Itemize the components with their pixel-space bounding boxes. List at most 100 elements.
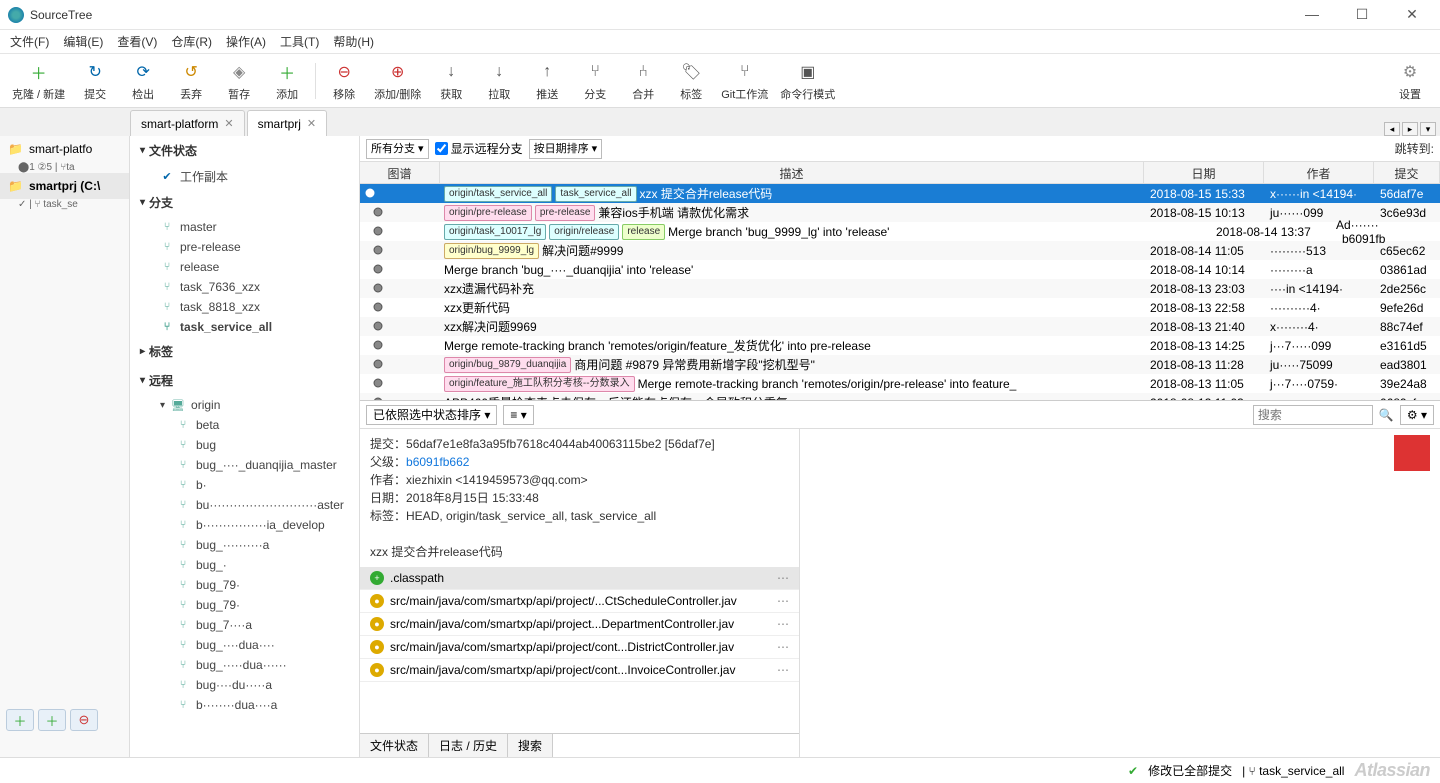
sidebar-item[interactable]: ⑂release <box>130 257 359 277</box>
sidebar-section[interactable]: ▾远程 <box>130 366 359 395</box>
menu-item[interactable]: 查看(V) <box>117 33 157 50</box>
file-item[interactable]: ●src/main/java/com/smartxp/api/project/c… <box>360 636 799 659</box>
tab-prev-button[interactable]: ◂ <box>1384 122 1400 136</box>
sidebar-item[interactable]: ⑂beta <box>130 415 359 435</box>
show-remote-checkbox[interactable]: 显示远程分支 <box>435 140 523 157</box>
sidebar-item[interactable]: ⑂pre-release <box>130 237 359 257</box>
commit-row[interactable]: xzx更新代码2018-08-13 22:58··········4·9efe2… <box>360 298 1440 317</box>
menu-item[interactable]: 编辑(E) <box>63 33 103 50</box>
toolbar-button[interactable]: ▣命令行模式 <box>774 58 841 104</box>
toolbar-button[interactable]: ⑂分支 <box>571 58 619 104</box>
sidebar-item[interactable]: ⑂bug_79· <box>130 595 359 615</box>
sidebar-section[interactable]: ▾文件状态 <box>130 136 359 165</box>
detail-tab[interactable]: 日志 / 历史 <box>429 734 508 757</box>
toolbar-button[interactable]: ↓获取 <box>427 58 475 104</box>
commit-row[interactable]: xzx遗漏代码补充2018-08-13 23:03····in <14194·2… <box>360 279 1440 298</box>
commit-row[interactable]: origin/bug_9879_duanqijia 商用问题 #9879 异常费… <box>360 355 1440 374</box>
sidebar-item[interactable]: ⑂bug_7····a <box>130 615 359 635</box>
commit-row[interactable]: xzx解决问题99692018-08-13 21:40x········4·88… <box>360 317 1440 336</box>
commit-row[interactable]: origin/task_service_all task_service_all… <box>360 184 1440 203</box>
detail-tab[interactable]: 文件状态 <box>360 734 429 757</box>
col-graph[interactable]: 图谱 <box>360 162 440 183</box>
maximize-button[interactable]: ☐ <box>1342 6 1382 23</box>
sidebar-item[interactable]: ⑂bug_····dua···· <box>130 635 359 655</box>
sidebar-section[interactable]: ▸标签 <box>130 337 359 366</box>
sidebar-item[interactable]: ⑂bug····du·····a <box>130 675 359 695</box>
sidebar-item[interactable]: ⑂task_service_all <box>130 317 359 337</box>
sidebar-item-working-copy[interactable]: ✔工作副本 <box>130 165 359 188</box>
commit-row[interactable]: origin/bug_9999_lg 解决问题#99992018-08-14 1… <box>360 241 1440 260</box>
sidebar-item[interactable]: ⑂b················ia_develop <box>130 515 359 535</box>
file-item[interactable]: +.classpath⋯ <box>360 567 799 590</box>
toolbar-button[interactable]: ↑推送 <box>523 58 571 104</box>
toolbar-button[interactable]: 🏷标签 <box>667 58 715 104</box>
file-sort-combo[interactable]: 已依照选中状态排序 ▾ <box>366 405 497 425</box>
repo-tab[interactable]: smartprj✕ <box>247 110 328 136</box>
sidebar-item[interactable]: ⑂b········dua····a <box>130 695 359 715</box>
file-menu-button[interactable]: ⋯ <box>777 617 789 631</box>
menu-item[interactable]: 仓库(R) <box>171 33 212 50</box>
close-tab-icon[interactable]: ✕ <box>307 117 316 130</box>
commit-row[interactable]: APP460质量检查表点击保存，后还能在点保存，会导致积分重复。2018-08-… <box>360 393 1440 400</box>
col-desc[interactable]: 描述 <box>440 162 1144 183</box>
commit-row[interactable]: Merge branch 'bug_····_duanqijia' into '… <box>360 260 1440 279</box>
commit-row[interactable]: origin/task_10017_lg origin/release rele… <box>360 222 1440 241</box>
commit-list[interactable]: origin/task_service_all task_service_all… <box>360 184 1440 400</box>
parent-link[interactable]: b6091fb662 <box>406 455 469 469</box>
menu-item[interactable]: 工具(T) <box>280 33 319 50</box>
commit-row[interactable]: Merge remote-tracking branch 'remotes/or… <box>360 336 1440 355</box>
repo-item[interactable]: 📁smartprj (C:\ <box>0 173 129 199</box>
sidebar-item[interactable]: ⑂bu···························aster <box>130 495 359 515</box>
gear-button[interactable]: ⚙ ▾ <box>1400 405 1434 425</box>
minimize-button[interactable]: — <box>1292 6 1332 23</box>
sidebar-item[interactable]: ⑂bug_····_duanqijia_master <box>130 455 359 475</box>
toolbar-button[interactable]: ↓拉取 <box>475 58 523 104</box>
file-menu-button[interactable]: ⋯ <box>777 663 789 677</box>
toolbar-button[interactable]: ＋添加 <box>263 58 311 104</box>
sidebar-item[interactable]: ⑂bug_··········a <box>130 535 359 555</box>
repo-tab[interactable]: smart-platform✕ <box>130 110 245 136</box>
sidebar-item[interactable]: ⑂bug <box>130 435 359 455</box>
sidebar-item[interactable]: ⑂task_7636_xzx <box>130 277 359 297</box>
toolbar-button[interactable]: ↻提交 <box>71 58 119 104</box>
file-item[interactable]: ●src/main/java/com/smartxp/api/project..… <box>360 613 799 636</box>
col-commit[interactable]: 提交 <box>1374 162 1440 183</box>
file-menu-button[interactable]: ⋯ <box>777 640 789 654</box>
tab-next-button[interactable]: ▸ <box>1402 122 1418 136</box>
toolbar-button[interactable]: ⟳检出 <box>119 58 167 104</box>
toolbar-button[interactable]: ⑂Git工作流 <box>715 58 774 104</box>
col-date[interactable]: 日期 <box>1144 162 1264 183</box>
sidebar-item[interactable]: ⑂task_8818_xzx <box>130 297 359 317</box>
settings-button[interactable]: ⚙设置 <box>1386 58 1434 104</box>
view-mode-button[interactable]: ≡ ▾ <box>503 405 533 425</box>
toolbar-button[interactable]: ⊖移除 <box>320 58 368 104</box>
sidebar-item[interactable]: ⑂bug_· <box>130 555 359 575</box>
detail-search-input[interactable] <box>1253 405 1373 425</box>
file-item[interactable]: ●src/main/java/com/smartxp/api/project/.… <box>360 590 799 613</box>
col-author[interactable]: 作者 <box>1264 162 1374 183</box>
branch-filter-combo[interactable]: 所有分支 ▾ <box>366 139 429 159</box>
sort-combo[interactable]: 按日期排序 ▾ <box>529 139 603 159</box>
remove-repo-button[interactable]: ⊖ <box>70 709 98 731</box>
commit-row[interactable]: origin/pre-release pre-release 兼容ios手机端 … <box>360 203 1440 222</box>
add-repo-button[interactable]: ＋ <box>6 709 34 731</box>
tab-list-button[interactable]: ▾ <box>1420 122 1436 136</box>
detail-tab[interactable]: 搜索 <box>508 734 553 757</box>
toolbar-button[interactable]: ◈暂存 <box>215 58 263 104</box>
file-menu-button[interactable]: ⋯ <box>777 594 789 608</box>
menu-item[interactable]: 文件(F) <box>10 33 49 50</box>
file-menu-button[interactable]: ⋯ <box>777 571 789 585</box>
file-item[interactable]: ●src/main/java/com/smartxp/api/project/c… <box>360 659 799 682</box>
sidebar-item[interactable]: ⑂bug_·····dua······ <box>130 655 359 675</box>
menu-item[interactable]: 操作(A) <box>226 33 266 50</box>
sidebar-item[interactable]: ⑂master <box>130 217 359 237</box>
toolbar-button[interactable]: ⊕添加/删除 <box>368 58 427 104</box>
menu-item[interactable]: 帮助(H) <box>333 33 374 50</box>
close-button[interactable]: ✕ <box>1392 6 1432 23</box>
sidebar-section[interactable]: ▾分支 <box>130 188 359 217</box>
toolbar-button[interactable]: ⑃合并 <box>619 58 667 104</box>
add-folder-button[interactable]: ＋ <box>38 709 66 731</box>
search-icon[interactable]: 🔍 <box>1379 408 1394 422</box>
sidebar-item[interactable]: ⑂bug_79· <box>130 575 359 595</box>
close-tab-icon[interactable]: ✕ <box>224 117 233 130</box>
